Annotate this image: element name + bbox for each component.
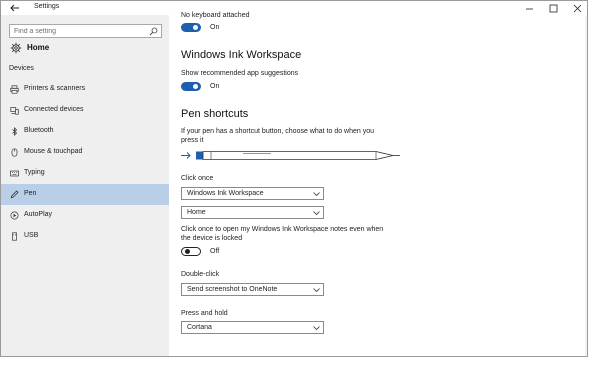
sidebar-item-usb[interactable]: USB xyxy=(1,226,169,247)
search-input[interactable] xyxy=(14,26,144,37)
sidebar-item-label: Printers & scanners xyxy=(24,85,86,92)
back-arrow-icon[interactable] xyxy=(9,2,21,14)
keyboard-toggle[interactable] xyxy=(181,23,201,32)
chevron-down-icon xyxy=(313,192,320,197)
press-hold-label: Press and hold xyxy=(181,310,228,317)
sidebar-item-printers-scanners[interactable]: Printers & scanners xyxy=(1,79,169,100)
windows-ink-heading: Windows Ink Workspace xyxy=(181,49,302,61)
main-content: No keyboard attached On Windows Ink Work… xyxy=(169,12,587,356)
locked-notes-toggle-state: Off xyxy=(210,248,220,255)
sidebar-item-label: USB xyxy=(24,232,39,239)
sidebar-item-label: Connected devices xyxy=(24,106,84,113)
devices-section-label: Devices xyxy=(9,65,34,72)
scrollbar[interactable] xyxy=(585,15,587,356)
double-click-label: Double-click xyxy=(181,271,220,278)
locked-description-line1: Click once to open my Windows Ink Worksp… xyxy=(181,226,384,233)
bluetooth-icon xyxy=(12,127,18,136)
minimize-icon xyxy=(525,8,533,9)
sidebar-item-label: Pen xyxy=(24,190,37,197)
search-icon[interactable] xyxy=(149,27,158,36)
click-once-sub-value: Home xyxy=(187,209,206,216)
locked-notes-toggle[interactable] xyxy=(181,247,201,256)
locked-description-line2: the device is locked xyxy=(181,235,243,242)
double-click-value: Send screenshot to OneNote xyxy=(187,286,278,293)
maximize-icon xyxy=(549,4,557,12)
click-once-value: Windows Ink Workspace xyxy=(187,190,264,197)
click-once-label: Click once xyxy=(181,175,214,182)
press-hold-value: Cortana xyxy=(187,324,212,331)
sidebar-item-bluetooth[interactable]: Bluetooth xyxy=(1,121,169,142)
pen-shortcuts-heading: Pen shortcuts xyxy=(181,108,249,120)
sidebar-item-pen[interactable]: Pen xyxy=(1,184,169,205)
suggestions-toggle[interactable] xyxy=(181,82,201,91)
home-label: Home xyxy=(27,43,50,52)
pen-illustration-icon xyxy=(181,151,400,160)
pen-description-line1: If your pen has a shortcut button, choos… xyxy=(181,128,375,135)
pen-icon xyxy=(10,190,19,199)
sidebar-item-label: Bluetooth xyxy=(24,127,54,134)
gear-icon xyxy=(10,42,22,54)
chevron-down-icon xyxy=(313,326,320,331)
keyboard-toggle-state: On xyxy=(210,24,220,31)
autoplay-icon xyxy=(10,211,19,220)
sidebar-item-label: Mouse & touchpad xyxy=(24,148,83,155)
suggestions-label: Show recommended app suggestions xyxy=(181,70,299,77)
close-icon xyxy=(573,4,581,12)
keyboard-status-label: No keyboard attached xyxy=(181,12,250,19)
settings-window: Settings Home Devices xyxy=(0,0,588,357)
click-once-dropdown[interactable]: Windows Ink Workspace xyxy=(181,187,324,200)
minimize-button[interactable] xyxy=(517,1,541,15)
sidebar-item-label: AutoPlay xyxy=(24,211,53,218)
close-button[interactable] xyxy=(565,1,587,15)
usb-icon xyxy=(12,232,17,241)
click-once-sub-dropdown[interactable]: Home xyxy=(181,206,324,219)
sidebar-item-home[interactable]: Home xyxy=(1,41,169,55)
toggle-knob xyxy=(185,249,190,254)
sidebar: Home Devices Printers & scanners Connect… xyxy=(1,15,169,356)
search-box[interactable] xyxy=(9,24,162,38)
keyboard-icon xyxy=(10,170,19,177)
maximize-button[interactable] xyxy=(541,1,565,15)
title-bar: Settings xyxy=(1,1,587,15)
sidebar-item-connected-devices[interactable]: Connected devices xyxy=(1,100,169,121)
sidebar-item-autoplay[interactable]: AutoPlay xyxy=(1,205,169,226)
chevron-down-icon xyxy=(313,288,320,293)
toggle-knob xyxy=(193,25,198,30)
connected-devices-icon xyxy=(10,107,19,115)
sidebar-item-typing[interactable]: Typing xyxy=(1,163,169,184)
double-click-dropdown[interactable]: Send screenshot to OneNote xyxy=(181,283,324,296)
sidebar-item-mouse-touchpad[interactable]: Mouse & touchpad xyxy=(1,142,169,163)
sidebar-item-label: Typing xyxy=(24,169,45,176)
suggestions-toggle-state: On xyxy=(210,83,220,90)
toggle-knob xyxy=(193,84,198,89)
printer-icon xyxy=(10,85,19,94)
pen-description-line2: press it xyxy=(181,137,204,144)
mouse-icon xyxy=(11,148,18,157)
press-hold-dropdown[interactable]: Cortana xyxy=(181,321,324,334)
chevron-down-icon xyxy=(313,211,320,216)
window-title: Settings xyxy=(34,3,60,10)
